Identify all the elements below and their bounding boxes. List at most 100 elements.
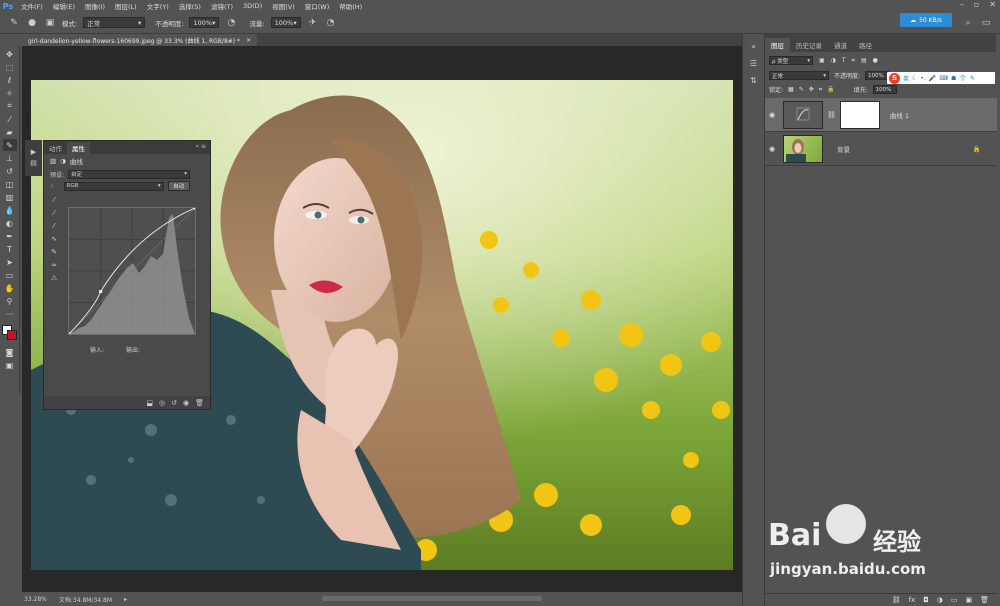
- layer-row-background[interactable]: ◉ 背景 🔒: [765, 132, 997, 166]
- pressure-size-icon[interactable]: ◔: [325, 17, 337, 29]
- layer-filter-select[interactable]: ρ 类型 ▾: [769, 56, 813, 65]
- tab-actions[interactable]: 动作: [44, 142, 67, 154]
- menu-image[interactable]: 图像(I): [80, 1, 110, 11]
- view-previous-icon[interactable]: ◎: [159, 399, 165, 407]
- brush-tool-icon[interactable]: ✎: [2, 139, 17, 151]
- curve-point-0[interactable]: [67, 332, 71, 336]
- add-mask-icon[interactable]: ◘: [923, 596, 929, 604]
- pen-tool-icon[interactable]: ✒: [3, 230, 17, 242]
- play-action-icon[interactable]: ▶: [31, 148, 36, 156]
- search-icon[interactable]: ⌕: [962, 17, 974, 29]
- more-tools-icon[interactable]: ···: [3, 308, 17, 320]
- filter-pixel-icon[interactable]: ▣: [819, 57, 825, 64]
- new-group-icon[interactable]: ▭: [951, 596, 958, 604]
- menu-filter[interactable]: 滤镜(T): [206, 1, 238, 11]
- layer-name-background[interactable]: 背景: [837, 144, 850, 154]
- gray-point-eyedropper-icon[interactable]: ⁄: [48, 208, 60, 217]
- reset-icon[interactable]: ↺: [171, 399, 177, 407]
- pressure-opacity-icon[interactable]: ◔: [225, 17, 237, 29]
- menu-3d[interactable]: 3D(D): [238, 2, 267, 10]
- clipping-warning-icon[interactable]: ⚠: [48, 273, 60, 282]
- ime-skin-icon[interactable]: 👕: [959, 75, 966, 82]
- lock-position-icon[interactable]: ✥: [809, 86, 814, 93]
- on-image-adjust-icon[interactable]: ☝: [50, 183, 54, 190]
- close-icon[interactable]: ✕: [989, 0, 996, 9]
- blend-mode-select[interactable]: 正常 ▾: [769, 71, 829, 80]
- curve-graph[interactable]: [67, 206, 197, 336]
- visibility-icon[interactable]: ◉: [183, 399, 189, 407]
- opacity-field[interactable]: 100% ▾: [189, 17, 220, 28]
- healing-brush-tool-icon[interactable]: ▰: [3, 126, 17, 138]
- menu-select[interactable]: 选择(S): [174, 1, 206, 11]
- quick-select-tool-icon[interactable]: ✧: [3, 87, 17, 99]
- lock-artboard-icon[interactable]: ⌗: [819, 86, 822, 94]
- history-dock-icon[interactable]: ☰: [750, 59, 757, 68]
- properties-dock-icon[interactable]: ▤: [30, 159, 37, 167]
- preset-select[interactable]: 自定 ▾: [68, 169, 191, 179]
- pencil-draw-icon[interactable]: ✎: [48, 247, 60, 256]
- menu-file[interactable]: 文件(F): [16, 1, 48, 11]
- maximize-icon[interactable]: ▫: [974, 0, 979, 9]
- quick-mask-icon[interactable]: ◙: [3, 346, 17, 358]
- tab-channels[interactable]: 通道: [828, 38, 853, 52]
- ime-moon-icon[interactable]: ☾: [912, 75, 917, 82]
- ime-mic-icon[interactable]: 🎤: [929, 75, 936, 82]
- mask-icon[interactable]: ◑: [60, 157, 66, 165]
- tab-layers[interactable]: 图层: [765, 38, 790, 52]
- lasso-tool-icon[interactable]: ℓ: [3, 74, 17, 86]
- clone-stamp-tool-icon[interactable]: ⊥: [3, 152, 17, 164]
- filter-toggle-icon[interactable]: ●: [873, 57, 878, 64]
- clip-to-layer-icon[interactable]: ⬓: [146, 399, 153, 407]
- menu-view[interactable]: 视图(V): [267, 1, 300, 11]
- screen-mode-icon[interactable]: ▣: [3, 359, 17, 371]
- lock-paint-icon[interactable]: ✎: [799, 86, 804, 93]
- path-select-tool-icon[interactable]: ➤: [3, 256, 17, 268]
- menu-layer[interactable]: 图层(L): [110, 1, 142, 11]
- filter-shape-icon[interactable]: ⌗: [852, 57, 855, 65]
- filter-adjust-icon[interactable]: ◑: [831, 57, 836, 64]
- link-layers-icon[interactable]: ⛓: [892, 596, 901, 604]
- layer-opacity-field[interactable]: 100%: [865, 71, 890, 80]
- move-tool-icon[interactable]: ✥: [3, 48, 17, 60]
- status-arrow-icon[interactable]: ▸: [124, 596, 127, 603]
- filter-type-icon[interactable]: T: [842, 57, 846, 64]
- fill-field[interactable]: 100%: [872, 85, 897, 94]
- delete-icon[interactable]: 🗑: [195, 399, 204, 407]
- white-point-eyedropper-icon[interactable]: ⁄: [48, 221, 60, 230]
- eraser-tool-icon[interactable]: ◫: [3, 178, 17, 190]
- brush-preset-icon[interactable]: ●: [26, 17, 38, 29]
- layer-style-icon[interactable]: fx: [909, 596, 916, 604]
- close-tab-icon[interactable]: ×: [246, 37, 251, 44]
- new-layer-icon[interactable]: ▣: [965, 596, 972, 604]
- shape-tool-icon[interactable]: ▭: [3, 269, 17, 281]
- new-adjustment-icon[interactable]: ◑: [937, 596, 943, 604]
- horizontal-scrollbar[interactable]: [322, 596, 542, 601]
- visibility-eye-icon[interactable]: ◉: [765, 145, 779, 153]
- menu-window[interactable]: 窗口(W): [300, 1, 335, 11]
- gradient-tool-icon[interactable]: ▥: [3, 191, 17, 203]
- black-point-eyedropper-icon[interactable]: ⁄: [48, 195, 60, 204]
- hand-tool-icon[interactable]: ✋: [3, 282, 17, 294]
- smooth-icon[interactable]: ≈: [48, 260, 60, 269]
- tab-properties[interactable]: 属性: [67, 142, 90, 154]
- brush-tool-icon[interactable]: ✎: [8, 17, 20, 29]
- marquee-tool-icon[interactable]: ⬚: [3, 61, 17, 73]
- curve-point-1[interactable]: [99, 290, 103, 294]
- layer-name-curves[interactable]: 曲线 1: [890, 110, 909, 120]
- visibility-eye-icon[interactable]: ◉: [765, 111, 779, 119]
- filter-smart-icon[interactable]: ▤: [861, 57, 867, 64]
- color-swatches[interactable]: [1, 325, 18, 341]
- document-tab[interactable]: girl-dandelion-yellow-flowers-160699.jpe…: [22, 34, 258, 46]
- panel-menu-icon[interactable]: « ≡: [195, 143, 206, 150]
- menu-type[interactable]: 文字(Y): [142, 1, 174, 11]
- crop-tool-icon[interactable]: ⌗: [3, 100, 17, 112]
- workspace-icon[interactable]: ▭: [980, 17, 992, 29]
- curve-point-2[interactable]: [193, 206, 197, 210]
- lock-all-icon[interactable]: 🔒: [827, 86, 834, 93]
- menu-edit[interactable]: 编辑(E): [48, 1, 80, 11]
- ime-logo[interactable]: S: [889, 72, 900, 84]
- ime-user-icon[interactable]: ☗: [951, 75, 956, 82]
- airbrush-icon[interactable]: ✈: [307, 17, 319, 29]
- ime-language[interactable]: 英: [903, 74, 909, 83]
- layer-mask-thumbnail[interactable]: [839, 100, 880, 129]
